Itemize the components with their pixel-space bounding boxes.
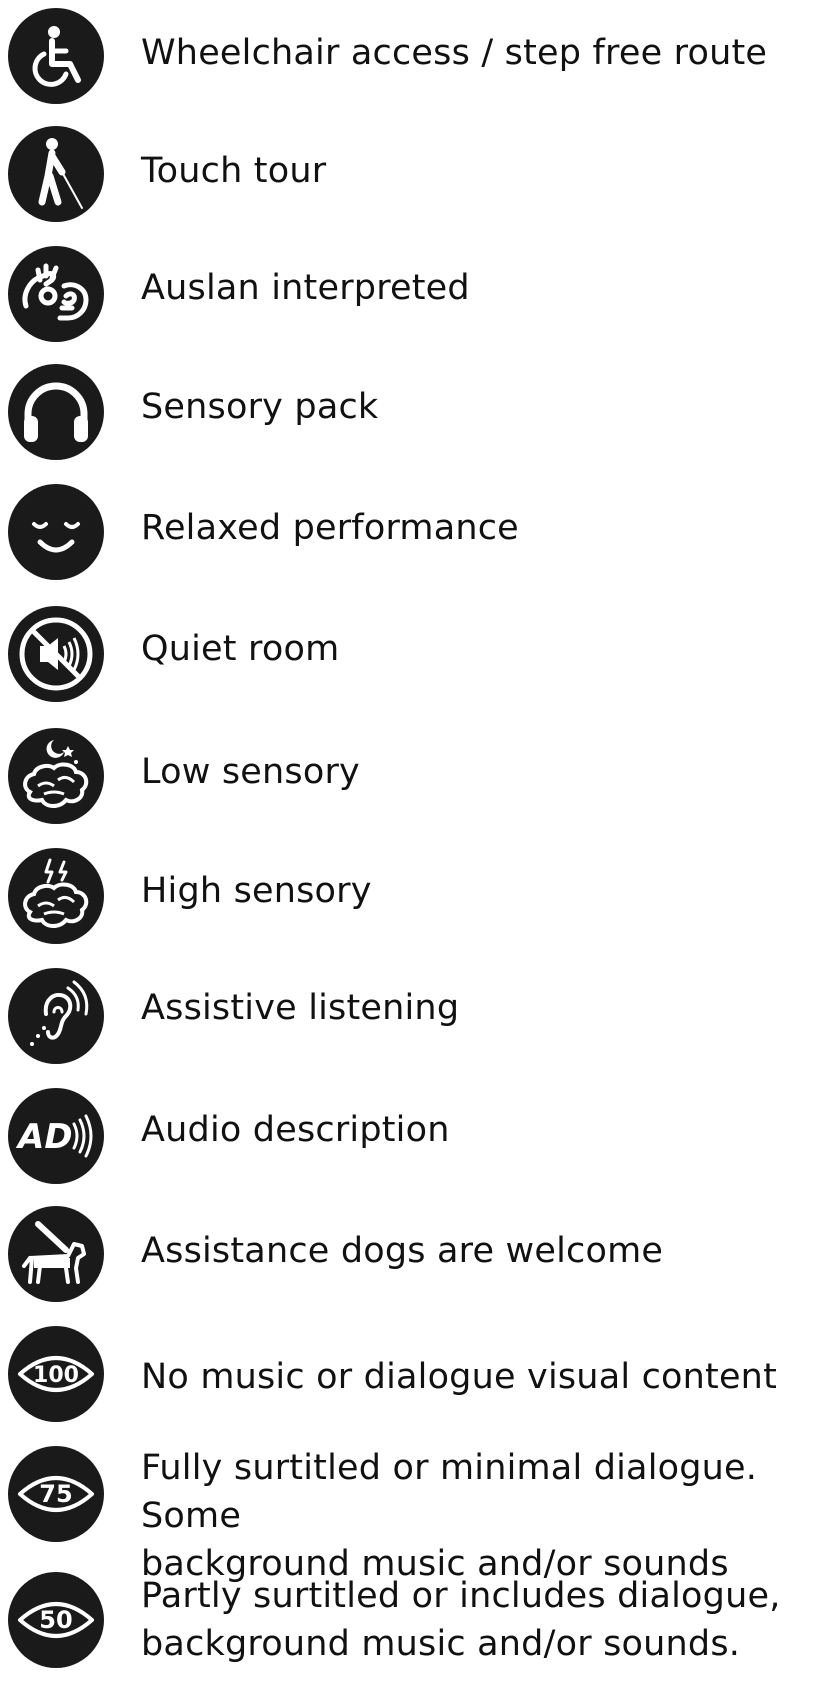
audio-description-icon: AD bbox=[8, 1088, 104, 1184]
eye-value: 75 bbox=[39, 1480, 72, 1508]
white-cane-icon bbox=[8, 126, 104, 222]
legend-item-low-sensory: Low sensory bbox=[0, 726, 827, 826]
legend-label: No music or dialogue visual content bbox=[141, 1357, 777, 1397]
legend-label: Relaxed performance bbox=[141, 508, 519, 548]
legend-item-eye-50: 50 Partly surtitled or includes dialogue… bbox=[0, 1572, 827, 1682]
legend-item-wheelchair: Wheelchair access / step free route bbox=[0, 6, 827, 106]
legend-label: Assistance dogs are welcome bbox=[141, 1231, 664, 1271]
eye-value: 50 bbox=[39, 1606, 72, 1634]
eye-50-icon: 50 bbox=[8, 1572, 104, 1668]
brain-lightning-icon bbox=[8, 848, 104, 944]
legend-item-relaxed-performance: Relaxed performance bbox=[0, 482, 827, 582]
legend-label: Quiet room bbox=[141, 629, 340, 669]
legend-item-eye-100: 100 No music or dialogue visual content bbox=[0, 1326, 827, 1426]
legend-label: Assistive listening bbox=[141, 988, 460, 1028]
sign-language-icon bbox=[8, 246, 104, 342]
guide-dog-icon bbox=[8, 1206, 104, 1302]
legend-item-high-sensory: High sensory bbox=[0, 846, 827, 946]
eye-value: 100 bbox=[33, 1363, 79, 1388]
eye-100-icon: 100 bbox=[8, 1326, 104, 1422]
legend-label: Partly surtitled or includes dialogue, b… bbox=[141, 1576, 781, 1664]
legend-label: Sensory pack bbox=[141, 387, 379, 427]
svg-text:AD: AD bbox=[15, 1117, 73, 1157]
legend-label: Wheelchair access / step free route bbox=[141, 33, 768, 73]
headphones-icon bbox=[8, 364, 104, 460]
legend-item-sensory-pack: Sensory pack bbox=[0, 362, 827, 462]
wheelchair-icon bbox=[8, 8, 104, 104]
legend-item-assistance-dogs: Assistance dogs are welcome bbox=[0, 1204, 827, 1304]
legend-label: Fully surtitled or minimal dialogue. Som… bbox=[141, 1448, 758, 1584]
legend-item-eye-75: 75 Fully surtitled or minimal dialogue. … bbox=[0, 1446, 827, 1584]
legend-label: Low sensory bbox=[141, 752, 360, 792]
smiley-face-icon bbox=[8, 484, 104, 580]
legend-label: High sensory bbox=[141, 871, 372, 911]
legend-item-quiet-room: Quiet room bbox=[0, 604, 827, 704]
muted-speaker-icon bbox=[8, 606, 104, 702]
legend-item-auslan: Auslan interpreted bbox=[0, 242, 827, 342]
legend-item-assistive-listening: Assistive listening bbox=[0, 964, 827, 1064]
brain-moon-icon bbox=[8, 728, 104, 824]
legend-label: Touch tour bbox=[141, 151, 327, 191]
legend-label: Auslan interpreted bbox=[141, 268, 470, 308]
legend-item-audio-description: AD Audio description bbox=[0, 1086, 827, 1186]
eye-75-icon: 75 bbox=[8, 1446, 104, 1542]
legend-label: Audio description bbox=[141, 1110, 450, 1150]
hearing-loop-icon bbox=[8, 968, 104, 1064]
legend-item-touch-tour: Touch tour bbox=[0, 124, 827, 224]
